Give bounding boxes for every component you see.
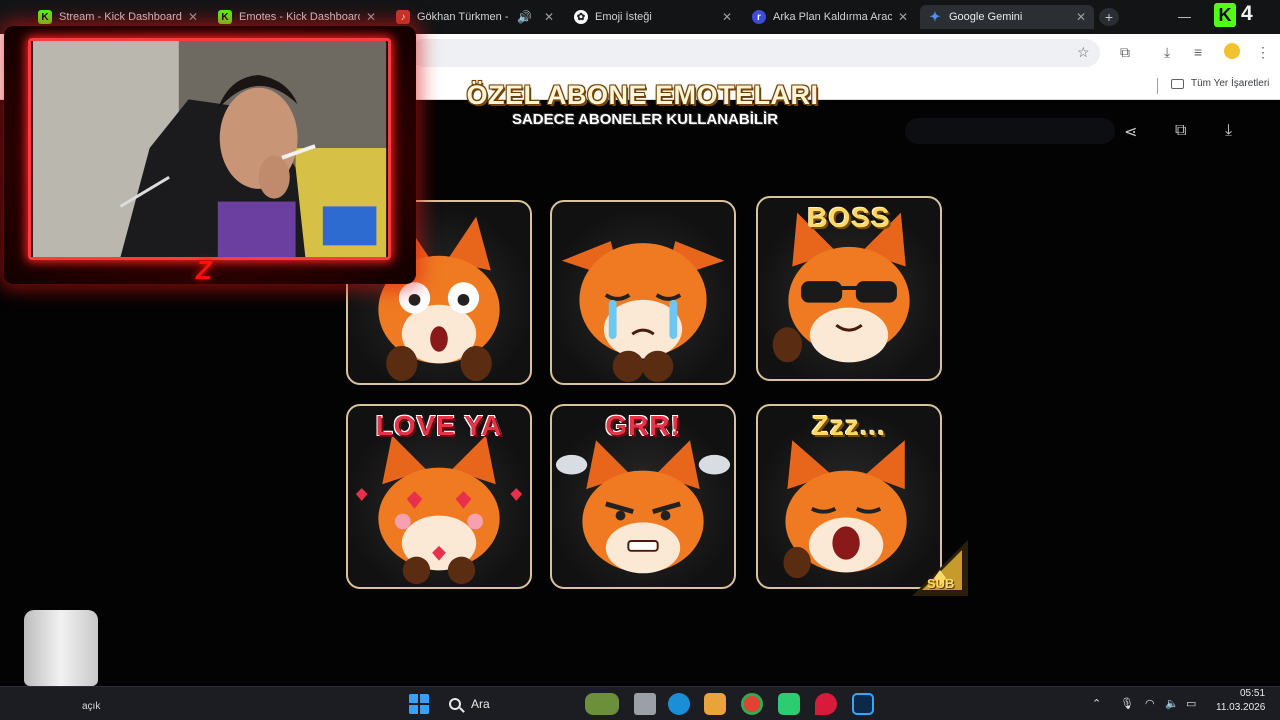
new-tab-button[interactable]: + xyxy=(1099,8,1119,26)
close-tab-icon[interactable]: ✕ xyxy=(366,10,376,24)
openai-icon: ✿ xyxy=(574,10,588,24)
kick-icon: K xyxy=(38,10,52,24)
battery-icon[interactable]: ▭ xyxy=(1186,697,1196,710)
folder-icon xyxy=(1171,79,1184,89)
tab-emoji-request[interactable]: ✿ Emoji İsteği ✕ xyxy=(566,5,740,29)
streamer-video-icon xyxy=(32,41,387,257)
avatar[interactable] xyxy=(1224,43,1240,59)
windows-start-icon[interactable] xyxy=(408,693,430,715)
copy-icon[interactable]: ⧉ xyxy=(1175,122,1186,140)
webcam-video xyxy=(28,38,391,260)
gemini-chip[interactable] xyxy=(905,118,1115,144)
tab-title: Emotes - Kick Dashboard xyxy=(239,11,360,23)
close-tab-icon[interactable]: ✕ xyxy=(544,10,554,24)
extensions-icon[interactable]: ⧉ xyxy=(1120,44,1130,61)
search-label: Ara xyxy=(471,697,490,711)
tab-title: Google Gemini xyxy=(949,11,1023,23)
overlay-logo: Z xyxy=(196,255,212,285)
photoshop-icon[interactable] xyxy=(852,693,874,715)
emote-card-boss: BOSS xyxy=(756,196,942,381)
minimize-icon[interactable]: — xyxy=(1178,9,1191,24)
search-icon xyxy=(449,698,461,710)
clock-time[interactable]: 05:51 xyxy=(1240,688,1265,699)
menu-icon[interactable]: ⋮ xyxy=(1256,44,1270,61)
widget-image-icon[interactable] xyxy=(585,693,619,715)
emote-card-love-ya: LOVE YA xyxy=(346,404,532,589)
sub-badge-text: SUB xyxy=(927,576,955,591)
emote-label: GRR! xyxy=(605,410,681,441)
kick-logo-icon: K xyxy=(1214,3,1236,27)
speaker-icon[interactable]: 🔊 xyxy=(517,10,532,24)
kick-icon: K xyxy=(218,10,232,24)
weather-text[interactable]: açık xyxy=(82,701,100,712)
emote-label: Zzz... xyxy=(811,410,887,441)
download-icon[interactable]: ⤓ xyxy=(1225,122,1232,140)
taskbar: açık Ara ⌃ 🎙 ◠ 🔈 ▭ 05:51 11.03.2026 xyxy=(0,686,1280,720)
share-icon[interactable]: ⋖ xyxy=(1124,122,1137,142)
taskbar-search[interactable]: Ara xyxy=(441,693,571,715)
store-icon[interactable] xyxy=(704,693,726,715)
music-icon: ♪ xyxy=(396,10,410,24)
chrome-icon[interactable] xyxy=(741,693,763,715)
clock-date[interactable]: 11.03.2026 xyxy=(1216,702,1265,713)
close-tab-icon[interactable]: ✕ xyxy=(188,10,198,24)
chevron-up-icon[interactable]: ⌃ xyxy=(1092,697,1101,710)
close-tab-icon[interactable]: ✕ xyxy=(898,10,908,24)
kick-viewer-count: 4 xyxy=(1241,2,1253,25)
app-icon[interactable] xyxy=(778,693,800,715)
close-tab-icon[interactable]: ✕ xyxy=(722,10,732,24)
tab-title: Arka Plan Kaldırma Aracı: L xyxy=(773,11,892,23)
screen: K Stream - Kick Dashboard ✕ K Emotes - K… xyxy=(0,0,1280,720)
tab-title: Gökhan Türkmen - Bir xyxy=(417,11,511,23)
sheet-subtitle: SADECE ABONELER KULLANABİLİR xyxy=(511,111,779,128)
tab-google-gemini[interactable]: ✦ Google Gemini ✕ xyxy=(920,5,1094,29)
emote-label: BOSS xyxy=(807,202,891,233)
divider xyxy=(1157,78,1158,94)
sheet-title: ÖZEL ABONE EMOTELARI xyxy=(466,80,819,110)
desktop-widget xyxy=(24,610,98,686)
speaker-icon[interactable]: 🔈 xyxy=(1165,697,1179,710)
maps-icon[interactable] xyxy=(815,693,837,715)
fox-crying-icon xyxy=(561,241,725,383)
media-control-icon[interactable]: ≡ xyxy=(1194,44,1202,60)
wifi-icon[interactable]: ◠ xyxy=(1145,697,1155,710)
close-tab-icon[interactable]: ✕ xyxy=(1076,10,1086,24)
remove-bg-icon: r xyxy=(752,10,766,24)
tab-music[interactable]: ♪ Gökhan Türkmen - Bir 🔊 ✕ xyxy=(388,5,562,29)
star-icon[interactable]: ☆ xyxy=(1077,44,1090,61)
task-view-icon[interactable] xyxy=(634,693,656,715)
download-icon[interactable]: ⤓ xyxy=(1164,44,1170,61)
gemini-icon: ✦ xyxy=(929,9,941,24)
emote-card-crying xyxy=(550,200,736,385)
tab-title: Emoji İsteği xyxy=(595,11,652,23)
tab-title: Stream - Kick Dashboard xyxy=(59,11,182,23)
edge-icon[interactable] xyxy=(668,693,690,715)
address-bar[interactable] xyxy=(410,39,1100,67)
emote-label: LOVE YA xyxy=(375,410,503,441)
emote-card-grr: GRR! xyxy=(550,404,736,589)
microphone-icon[interactable]: 🎙 xyxy=(1120,697,1134,710)
tab-remove-bg[interactable]: r Arka Plan Kaldırma Aracı: L ✕ xyxy=(744,5,916,29)
all-bookmarks-link[interactable]: Tüm Yer İşaretleri xyxy=(1191,78,1269,89)
